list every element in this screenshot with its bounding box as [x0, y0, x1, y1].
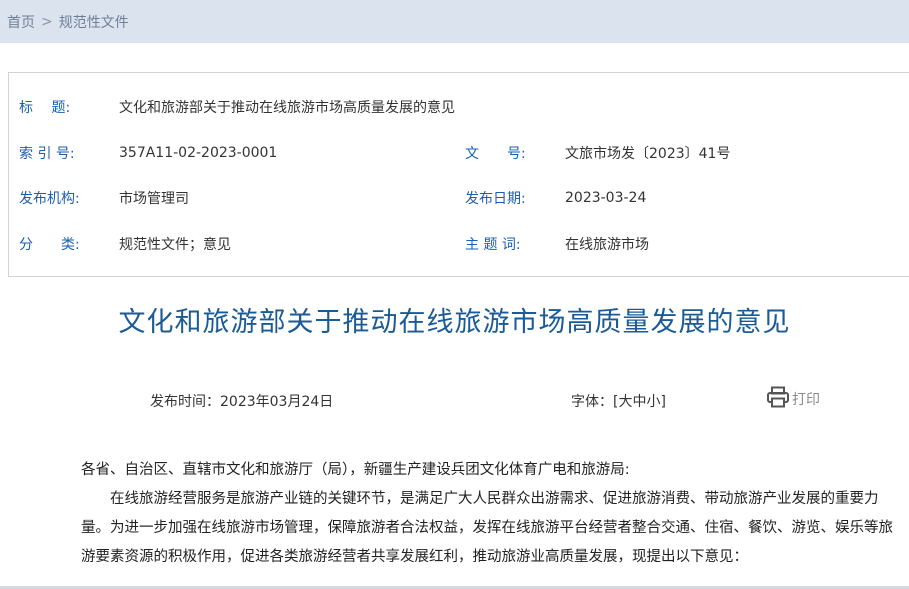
- meta-category-row: 分 类: 规范性文件；意见: [19, 233, 231, 255]
- meta-date-value: 2023-03-24: [565, 190, 647, 206]
- document-metadata-panel: 标 题: 文化和旅游部关于推动在线旅游市场高质量发展的意见 索 引 号: 357…: [8, 72, 909, 277]
- meta-index-value: 357A11-02-2023-0001: [119, 145, 278, 161]
- meta-category-value: 规范性文件；意见: [119, 237, 231, 253]
- font-size-control[interactable]: 字体：[大中小]: [571, 391, 666, 411]
- printer-icon: [766, 386, 792, 412]
- meta-docno-row: 文 号: 文旅市场发〔2023〕41号: [465, 142, 730, 164]
- body-paragraph: 在线旅游经营服务是旅游产业链的关键环节，是满足广大人民群众出游需求、促进旅游消费…: [81, 491, 893, 565]
- publish-time: 发布时间：2023年03月24日: [150, 394, 334, 410]
- breadcrumb: 首页 > 规范性文件: [0, 0, 909, 43]
- meta-topic-value: 在线旅游市场: [565, 237, 649, 253]
- meta-title-row: 标 题: 文化和旅游部关于推动在线旅游市场高质量发展的意见: [19, 96, 455, 118]
- meta-org-row: 发布机构: 市场管理司: [19, 187, 189, 209]
- print-label: 打印: [792, 392, 820, 408]
- meta-org-value: 市场管理司: [119, 191, 189, 207]
- meta-category-label: 分 类:: [19, 237, 80, 253]
- meta-org-label: 发布机构:: [19, 191, 80, 207]
- meta-topic-label: 主 题 词:: [465, 237, 521, 253]
- document-body: 各省、自治区、直辖市文化和旅游厅（局），新疆生产建设兵团文化体育广电和旅游局: …: [81, 456, 899, 572]
- meta-docno-label: 文 号:: [465, 146, 526, 162]
- meta-date-row: 发布日期: 2023-03-24: [465, 187, 646, 209]
- meta-docno-value: 文旅市场发〔2023〕41号: [565, 146, 731, 162]
- salutation: 各省、自治区、直辖市文化和旅游厅（局），新疆生产建设兵团文化体育广电和旅游局:: [81, 462, 630, 478]
- breadcrumb-home-link[interactable]: 首页: [7, 12, 35, 32]
- document-title: 文化和旅游部关于推动在线旅游市场高质量发展的意见: [118, 307, 791, 338]
- breadcrumb-separator: >: [41, 13, 53, 30]
- meta-index-row: 索 引 号: 357A11-02-2023-0001: [19, 142, 277, 164]
- breadcrumb-current-link[interactable]: 规范性文件: [59, 12, 129, 32]
- print-button[interactable]: 打印: [766, 386, 820, 412]
- meta-date-label: 发布日期:: [465, 191, 526, 207]
- meta-topic-row: 主 题 词: 在线旅游市场: [465, 233, 649, 255]
- meta-title-value: 文化和旅游部关于推动在线旅游市场高质量发展的意见: [119, 100, 455, 116]
- meta-index-label: 索 引 号:: [19, 146, 75, 162]
- meta-title-label: 标 题:: [19, 100, 71, 116]
